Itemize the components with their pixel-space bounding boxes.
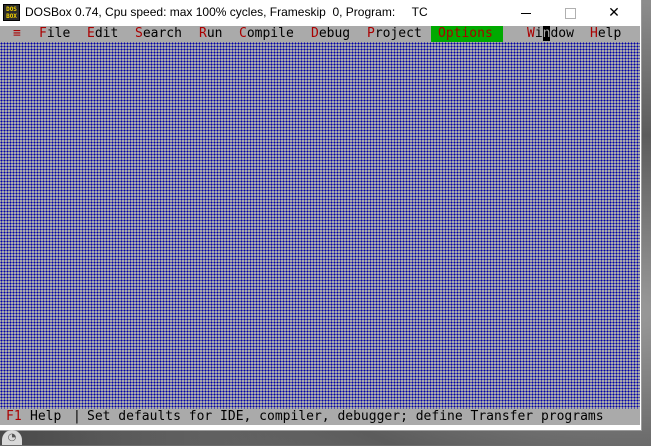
menu-compile-hotkey: C [239, 26, 247, 41]
turbo-c-ide-screen: ≡ File Edit Search Run Compile Debug Pro… [0, 26, 640, 430]
menu-help[interactable]: Help [590, 26, 621, 42]
menu-project-hotkey: P [367, 26, 375, 41]
status-separator: | [73, 409, 81, 424]
menu-compile-label: ompile [246, 26, 294, 41]
menu-search-label: earch [142, 26, 182, 41]
menu-edit-label: dit [94, 26, 119, 41]
menu-options-hotkey: O [438, 26, 446, 41]
dosbox-window: DOS BOX DOSBox 0.74, Cpu speed: max 100% … [0, 0, 642, 431]
close-icon: ✕ [608, 5, 620, 21]
title-bar[interactable]: DOS BOX DOSBox 0.74, Cpu speed: max 100% … [0, 0, 641, 26]
menu-file-hotkey: F [39, 26, 47, 41]
maximize-icon [564, 8, 576, 19]
minimize-button[interactable] [509, 0, 543, 26]
status-f1-key[interactable]: F1 [6, 409, 22, 425]
status-help-label[interactable]: Help [30, 409, 61, 425]
menu-window-label-pre: i [534, 26, 543, 41]
menu-debug-label: ebug [318, 26, 351, 41]
menu-options[interactable]: Options [431, 26, 503, 42]
close-button[interactable]: ✕ [597, 0, 631, 26]
menu-project-label: roject [374, 26, 422, 41]
minimize-icon [521, 13, 531, 14]
menu-window-hotkey: W [527, 26, 535, 41]
system-menu-icon[interactable]: ≡ [13, 26, 21, 42]
status-bar: F1 Help | Set defaults for IDE, compiler… [0, 409, 640, 425]
menu-debug-hotkey: D [311, 26, 319, 41]
window-title: DOSBox 0.74, Cpu speed: max 100% cycles,… [25, 5, 428, 19]
menu-compile[interactable]: Compile [239, 26, 294, 42]
menu-search-hotkey: S [135, 26, 143, 41]
ide-desktop-area[interactable] [0, 42, 640, 409]
menu-bar: ≡ File Edit Search Run Compile Debug Pro… [0, 26, 640, 42]
menu-run-label: un [206, 26, 223, 41]
status-message: Set defaults for IDE, compiler, debugger… [87, 409, 604, 424]
menu-search[interactable]: Search [135, 26, 182, 42]
menu-project[interactable]: Project [367, 26, 422, 42]
window-bottom-border [0, 425, 640, 430]
menu-debug[interactable]: Debug [311, 26, 350, 42]
menu-run[interactable]: Run [199, 26, 222, 42]
menu-options-label: ptions [445, 26, 493, 41]
menu-help-hotkey: H [590, 26, 598, 41]
menu-window[interactable]: Window [527, 26, 574, 42]
menu-file-label: ile [46, 26, 71, 41]
menu-help-label: elp [597, 26, 622, 41]
menu-window-label: dow [550, 26, 574, 41]
dosbox-app-icon[interactable]: DOS BOX [3, 4, 20, 21]
maximize-button[interactable] [553, 0, 587, 26]
menu-file[interactable]: File [39, 26, 70, 42]
menu-edit[interactable]: Edit [87, 26, 118, 42]
taskbar-corner-icon: ◔ [2, 430, 22, 445]
menu-edit-hotkey: E [87, 26, 95, 41]
menu-run-hotkey: R [199, 26, 207, 41]
